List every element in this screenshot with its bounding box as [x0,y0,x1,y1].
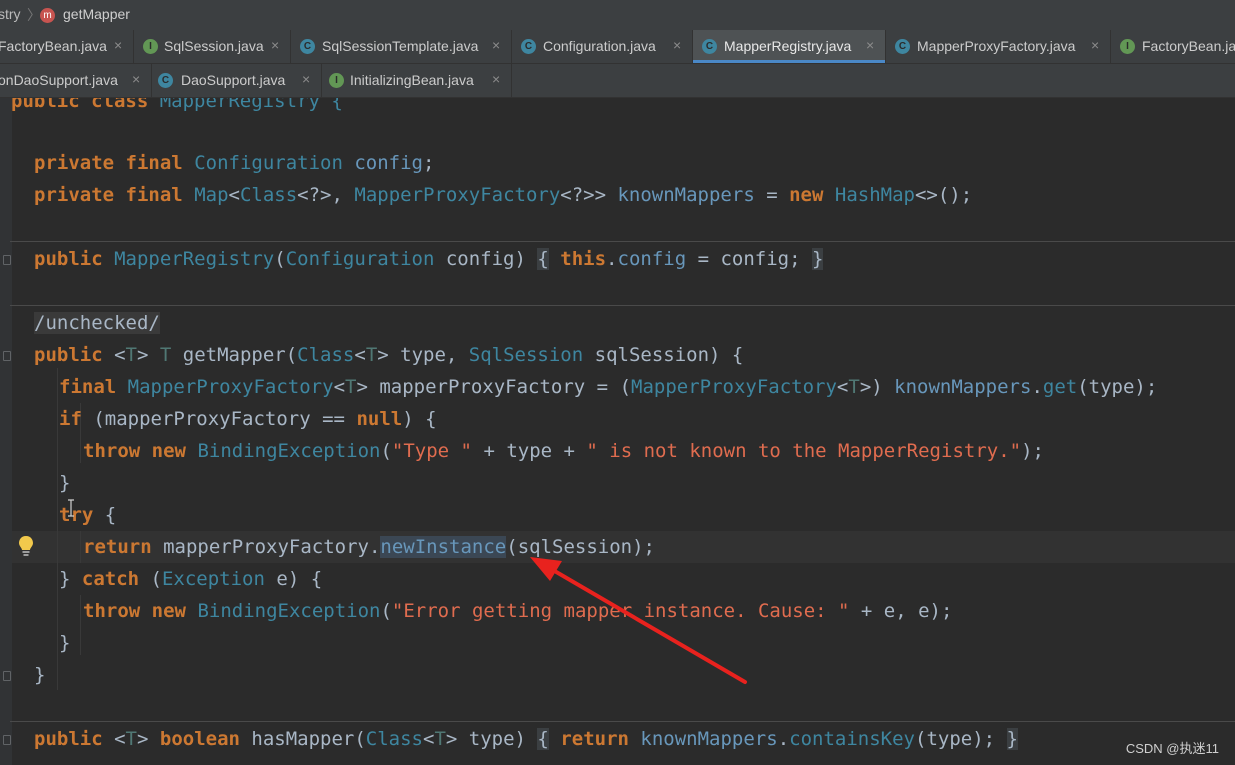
code-line-getmapper-signature[interactable]: public <T> T getMapper(Class<T> type, Sq… [34,339,743,371]
tab-daosupport[interactable]: C DaoSupport.java × [152,64,322,97]
method-icon: m [40,8,55,23]
close-icon[interactable]: × [302,71,310,87]
code-line-if-null[interactable]: if (mapperProxyFactory == null) { [59,403,437,435]
close-icon[interactable]: × [492,37,500,53]
fold-marker-icon[interactable] [3,255,11,265]
tab-factorybean[interactable]: FactoryBean.java × [0,30,134,63]
tab-label: MapperProxyFactory.java [917,38,1076,54]
tab-label: FactoryBean.ja [1142,38,1235,54]
breadcrumb-item-registry[interactable]: stry [0,6,21,22]
breadcrumb-item-getmapper[interactable]: getMapper [63,6,130,22]
tab-configuration[interactable]: C Configuration.java × [512,30,693,63]
class-icon: C [300,39,315,54]
code-line-knownmappers-field[interactable]: private final Map<Class<?>, MapperProxyF… [34,179,972,211]
interface-icon: I [1120,39,1135,54]
code-line-close-brace[interactable]: } [59,467,70,499]
class-icon: C [702,39,717,54]
code-line-hasmapper[interactable]: public <T> boolean hasMapper(Class<T> ty… [34,723,1018,755]
folded-block[interactable]: { [537,248,549,270]
tab-label: SqlSession.java [164,38,264,54]
watermark: CSDN @执迷11 [1125,741,1219,756]
tab-mapperproxyfactory[interactable]: C MapperProxyFactory.java × [886,30,1111,63]
tab-sqlsessiontemplate[interactable]: C SqlSessionTemplate.java × [291,30,512,63]
code-line-factory-lookup[interactable]: final MapperProxyFactory<T> mapperProxyF… [59,371,1157,403]
folded-block[interactable]: { [537,728,549,750]
tab-factorybean-2[interactable]: I FactoryBean.ja [1111,30,1235,63]
close-icon[interactable]: × [673,37,681,53]
folded-block[interactable]: } [1006,728,1018,750]
code-line-class-decl[interactable]: public class MapperRegistry { [11,98,343,117]
code-line-throw-not-known[interactable]: throw new BindingException("Type " + typ… [83,435,1044,467]
code-line-throw-error[interactable]: throw new BindingException("Error gettin… [83,595,952,627]
class-icon: C [895,39,910,54]
tab-label: DaoSupport.java [181,72,286,88]
fold-marker-icon[interactable] [3,671,11,681]
close-icon[interactable]: × [114,37,122,53]
editor-tabs-row-1: FactoryBean.java × I SqlSession.java × C… [0,30,1235,64]
indent-guide [80,595,81,655]
close-icon[interactable]: × [271,37,279,53]
tab-initializingbean[interactable]: I InitializingBean.java × [322,64,512,97]
editor-gutter[interactable] [0,98,12,765]
breadcrumb: stry 〉 m getMapper [0,0,1235,31]
code-line-close-brace[interactable]: } [59,627,70,659]
method-separator [10,305,1235,306]
interface-icon: I [143,39,158,54]
close-icon[interactable]: × [132,71,140,87]
newinstance-highlight[interactable]: newInstance [380,536,507,558]
fold-marker-icon[interactable] [3,735,11,745]
tab-label: onDaoSupport.java [0,72,118,88]
folded-block[interactable]: } [811,248,824,270]
method-separator [10,721,1235,722]
code-editor[interactable]: public class MapperRegistry { private fi… [0,98,1235,765]
breadcrumb-separator-icon: 〉 [27,7,41,23]
interface-icon: I [329,73,344,88]
tab-label: InitializingBean.java [350,72,474,88]
annotation-arrow-icon [530,557,747,684]
code-line-close-brace[interactable]: } [34,659,45,691]
tab-ondaosupport[interactable]: onDaoSupport.java × [0,64,152,97]
folded-comment[interactable]: /unchecked/ [34,312,160,334]
class-icon: C [158,73,173,88]
tab-label: MapperRegistry.java [724,38,852,54]
close-icon[interactable]: × [866,37,874,53]
editor-tabs-row-2: onDaoSupport.java × C DaoSupport.java × … [0,64,1235,98]
tab-label: SqlSessionTemplate.java [322,38,479,54]
lightbulb-icon[interactable] [17,535,35,557]
method-separator [10,241,1235,242]
close-icon[interactable]: × [1091,37,1099,53]
tab-label: FactoryBean.java [0,38,107,54]
code-line-config-field[interactable]: private final Configuration config; [34,147,434,179]
close-icon[interactable]: × [492,71,500,87]
indent-guide [57,368,58,690]
tab-mapperregistry[interactable]: C MapperRegistry.java × [693,30,886,63]
tab-label: Configuration.java [543,38,656,54]
code-line-annotation[interactable]: /unchecked/ [34,307,160,339]
class-icon: C [521,39,536,54]
tab-sqlsession[interactable]: I SqlSession.java × [134,30,291,63]
fold-marker-icon[interactable] [3,351,11,361]
text-cursor-icon [68,499,74,517]
indent-guide [80,531,81,563]
code-line-constructor[interactable]: public MapperRegistry(Configuration conf… [34,243,824,275]
code-line-catch[interactable]: } catch (Exception e) { [59,563,322,595]
